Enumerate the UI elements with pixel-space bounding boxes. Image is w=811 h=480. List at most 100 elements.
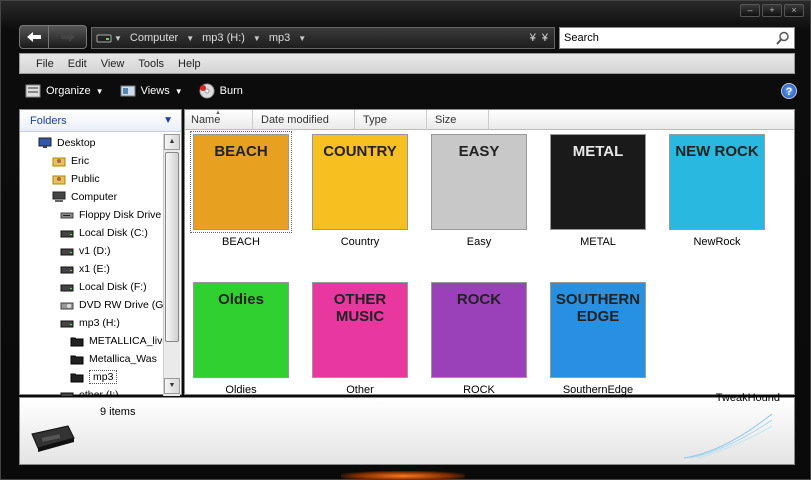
folder-tree-scrollbar[interactable]: ▲ ▼ xyxy=(163,134,180,396)
search-box[interactable]: Search xyxy=(559,27,795,49)
address-chevron-icon[interactable]: ▼ xyxy=(253,34,261,43)
sidebar-item[interactable]: Local Disk (C:) xyxy=(60,224,148,242)
column-type[interactable]: Type xyxy=(357,110,427,130)
album-art-thumbnail: NEW ROCK xyxy=(669,134,765,230)
glow-decoration xyxy=(341,471,465,480)
folder-icon xyxy=(70,335,84,347)
sidebar-item[interactable]: v1 (D:) xyxy=(60,242,111,260)
sidebar-item-label: x1 (E:) xyxy=(79,263,110,275)
file-tile[interactable]: EASY Easy xyxy=(427,134,531,248)
album-art-thumbnail: SOUTHERN EDGE xyxy=(550,282,646,378)
file-tile[interactable]: Oldies Oldies xyxy=(189,282,293,396)
album-art-thumbnail: COUNTRY xyxy=(312,134,408,230)
sidebar-item[interactable]: Public xyxy=(52,170,100,188)
refresh-icon[interactable]: ¥ xyxy=(542,32,548,44)
column-size[interactable]: Size xyxy=(429,110,489,130)
album-art-text: ROCK xyxy=(456,291,502,308)
close-button[interactable]: × xyxy=(784,4,804,17)
menu-file[interactable]: File xyxy=(36,58,54,70)
menu-help[interactable]: Help xyxy=(178,58,201,70)
column-date-modified[interactable]: Date modified xyxy=(255,110,355,130)
album-art-thumbnail: EASY xyxy=(431,134,527,230)
breadcrumb-mp3-drive[interactable]: mp3 (H:) xyxy=(202,32,245,44)
user-folder-icon xyxy=(52,173,66,185)
address-chevron-icon[interactable]: ▼ xyxy=(114,34,122,43)
file-tile[interactable]: SOUTHERN EDGE SouthernEdge xyxy=(546,282,650,396)
menu-edit[interactable]: Edit xyxy=(68,58,87,70)
sidebar-item-label: Metallica_Was xyxy=(89,353,157,365)
scroll-down-button[interactable]: ▼ xyxy=(164,378,180,394)
sidebar-item[interactable]: Eric xyxy=(52,152,89,170)
album-art-thumbnail: OTHER MUSIC xyxy=(312,282,408,378)
sidebar-item-label: METALLICA_live xyxy=(89,335,163,347)
breadcrumb-mp3-folder[interactable]: mp3 xyxy=(269,32,290,44)
navigation-buttons xyxy=(19,25,87,49)
collapse-chevron-icon[interactable]: ▼ xyxy=(163,115,173,126)
breadcrumb-computer[interactable]: Computer xyxy=(130,32,178,44)
sidebar-item[interactable]: Local Disk (F:) xyxy=(60,278,147,296)
minimize-button[interactable]: – xyxy=(740,4,760,17)
column-name[interactable]: Name xyxy=(185,110,253,130)
history-dropdown-icon[interactable]: ¥ xyxy=(530,32,536,44)
folders-header[interactable]: Folders ▼ xyxy=(20,110,181,132)
address-bar[interactable]: ▼ Computer ▼ mp3 (H:) ▼ mp3 ▼ ¥ ¥ xyxy=(91,27,555,49)
sidebar-item-label: mp3 xyxy=(89,370,118,384)
menu-tools[interactable]: Tools xyxy=(138,58,164,70)
organize-button[interactable]: Organize ▼ xyxy=(25,84,104,98)
sidebar-item-label: v1 (D:) xyxy=(79,245,111,257)
file-tile[interactable]: NEW ROCK NewRock xyxy=(665,134,769,248)
file-tile[interactable]: BEACH BEACH xyxy=(189,131,293,248)
scroll-up-button[interactable]: ▲ xyxy=(164,134,180,150)
sidebar-item[interactable]: other (I:) xyxy=(60,386,119,396)
hard-disk-icon xyxy=(60,245,74,257)
file-name: Oldies xyxy=(225,384,257,396)
sidebar-item[interactable]: METALLICA_live xyxy=(70,332,163,350)
sidebar-item[interactable]: Metallica_Was xyxy=(70,350,157,368)
file-tile[interactable]: OTHER MUSIC Other xyxy=(308,282,412,396)
sidebar-item-label: Public xyxy=(71,173,100,185)
address-actions: ¥ ¥ xyxy=(530,32,554,44)
address-chevron-icon[interactable]: ▼ xyxy=(298,34,306,43)
forward-button[interactable] xyxy=(49,25,87,49)
sidebar-item[interactable]: Desktop xyxy=(38,134,96,152)
address-chevron-icon[interactable]: ▼ xyxy=(186,34,194,43)
sidebar-item-label: Floppy Disk Drive xyxy=(79,209,162,221)
sidebar-item-label: Local Disk (C:) xyxy=(79,227,148,239)
chevron-down-icon: ▼ xyxy=(95,86,104,96)
sidebar-item[interactable]: x1 (E:) xyxy=(60,260,110,278)
sidebar-item[interactable]: Floppy Disk Drive xyxy=(60,206,161,224)
album-art-thumbnail: Oldies xyxy=(193,282,289,378)
album-art-text: NEW ROCK xyxy=(675,143,759,160)
sidebar-item[interactable]: mp3 xyxy=(70,368,118,386)
organize-label: Organize xyxy=(46,85,91,97)
burn-button[interactable]: Burn xyxy=(199,83,243,99)
organize-icon xyxy=(25,84,41,98)
views-label: Views xyxy=(140,85,170,97)
file-tile[interactable]: COUNTRY Country xyxy=(308,134,412,248)
explorer-window: – + × ▼ Computer ▼ mp3 (H:) ▼ mp3 ▼ ¥ ¥ … xyxy=(0,0,811,480)
scroll-thumb[interactable] xyxy=(165,152,179,342)
caption-buttons: – + × xyxy=(740,4,804,17)
search-input[interactable]: Search xyxy=(564,32,599,44)
sidebar-item[interactable]: Computer xyxy=(52,188,117,206)
details-pane: 9 items TweakHound xyxy=(19,392,795,465)
help-button[interactable]: ? xyxy=(781,83,797,99)
user-folder-icon xyxy=(52,155,66,167)
sidebar-item[interactable]: mp3 (H:) xyxy=(60,314,120,332)
file-tile[interactable]: METAL METAL xyxy=(546,134,650,248)
maximize-button[interactable]: + xyxy=(762,4,782,17)
search-icon[interactable] xyxy=(776,31,790,45)
file-name: METAL xyxy=(580,236,616,248)
album-art-text: SOUTHERN EDGE xyxy=(555,291,641,325)
album-art-thumbnail: METAL xyxy=(550,134,646,230)
file-name: Easy xyxy=(466,236,492,248)
menu-view[interactable]: View xyxy=(101,58,125,70)
sidebar-item[interactable]: DVD RW Drive (G:) xyxy=(60,296,163,314)
album-art-text: COUNTRY xyxy=(323,143,397,160)
item-count: 9 items xyxy=(100,406,136,418)
back-button[interactable] xyxy=(19,25,49,49)
views-button[interactable]: Views ▼ xyxy=(120,84,183,98)
file-name: NewRock xyxy=(693,236,741,248)
sidebar-item-label: Local Disk (F:) xyxy=(79,281,147,293)
file-tile[interactable]: ROCK ROCK xyxy=(427,282,531,396)
